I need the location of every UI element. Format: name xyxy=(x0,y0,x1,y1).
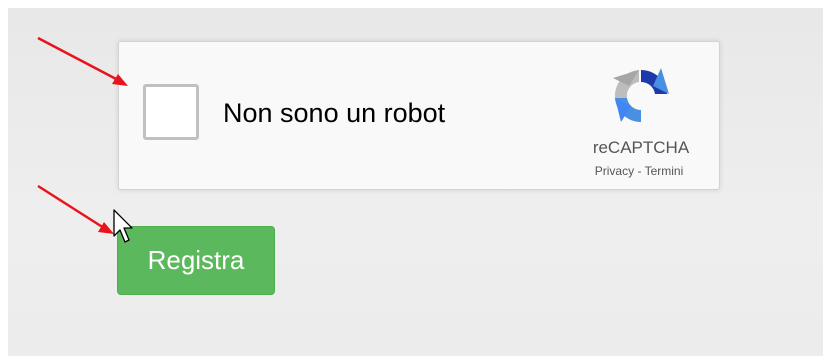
recaptcha-links: Privacy - Termini xyxy=(569,164,709,178)
privacy-link[interactable]: Privacy xyxy=(595,164,634,178)
recaptcha-widget: Non sono un robot reCAPTCHA Privacy - Te… xyxy=(118,41,720,190)
recaptcha-checkbox[interactable] xyxy=(143,84,199,140)
terms-link[interactable]: Termini xyxy=(645,164,684,178)
recaptcha-brand: reCAPTCHA xyxy=(592,138,690,157)
recaptcha-logo-icon xyxy=(613,68,669,123)
recaptcha-checkbox-label: Non sono un robot xyxy=(223,98,446,128)
links-separator: - xyxy=(634,164,645,178)
register-button[interactable]: Registra xyxy=(117,226,275,295)
